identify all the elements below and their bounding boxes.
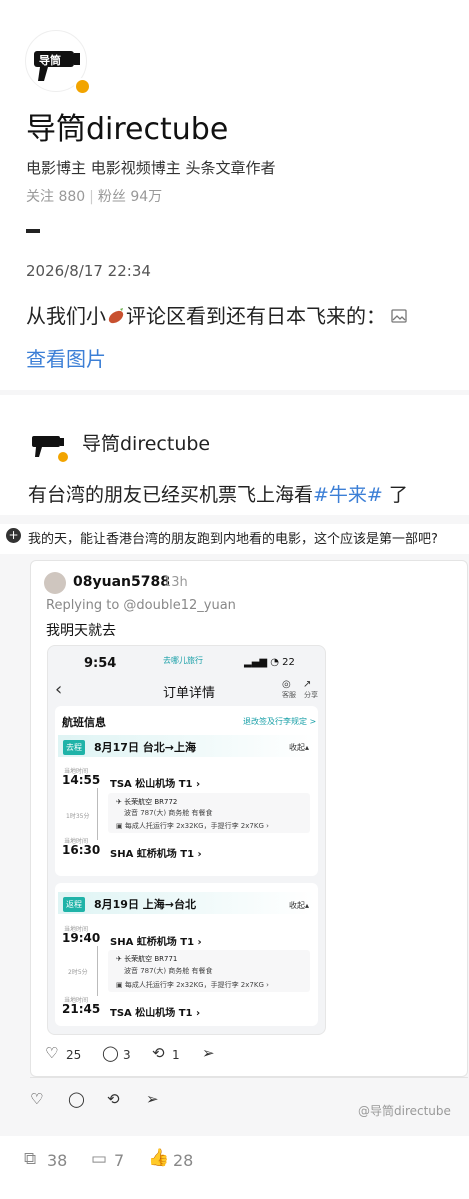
replying-to: Replying to @double12_yuan [46, 598, 236, 613]
airline: ✈ 长荣航空 BR771 [116, 955, 178, 963]
verified-badge-icon [74, 78, 91, 95]
comment-icon[interactable]: ◯ [68, 1090, 85, 1108]
flight-info-heading: 航班信息 [62, 716, 106, 729]
plus-icon[interactable]: + [6, 528, 21, 543]
bottom-action-bar [0, 1136, 469, 1199]
thumbs-up-icon[interactable]: 👍 [148, 1148, 169, 1168]
comment-count: 7 [114, 1151, 125, 1170]
route-line [97, 946, 98, 996]
sweet-potato-icon [108, 308, 124, 324]
service-label: 客服 [282, 691, 296, 699]
return-route: 8月19日 上海→台北 [94, 898, 197, 911]
share-label: 分享 [304, 691, 318, 699]
collapse-toggle[interactable]: 收起▴ [289, 900, 309, 911]
heart-icon[interactable]: ♡ [30, 1090, 43, 1108]
aircraft-info: 波音 787(大) 商务舱 有餐食 [124, 809, 213, 817]
view-pictures-link[interactable]: 查看图片 [26, 343, 106, 372]
reply-reposts: 1 [172, 1048, 180, 1062]
aircraft-info: 波音 787(大) 商务舱 有餐食 [124, 967, 213, 975]
share-icon[interactable]: ⧉ [24, 1149, 36, 1169]
order-detail-title: 订单详情 [163, 686, 216, 701]
reply-username[interactable]: 08yuan5788 [73, 574, 170, 590]
reply-text: 我明天就去 [46, 623, 116, 639]
followers-count[interactable]: 粉丝 94万 [98, 189, 162, 205]
arr-airport[interactable]: SHA 虹桥机场 T1 › [110, 845, 202, 860]
airline: ✈ 长荣航空 BR772 [116, 798, 178, 806]
following-count[interactable]: 关注 880 [26, 189, 85, 205]
profile-stats: 关注 880 | 粉丝 94万 [26, 189, 163, 205]
dep-airport[interactable]: TSA 松山机场 T1 › [110, 775, 200, 790]
share-count: 38 [47, 1151, 68, 1170]
phone-time: 9:54 [84, 656, 117, 671]
dep-time: 19:40 [62, 931, 101, 945]
phone-status-icons: ▂▄▆ ◔ 22 [244, 657, 295, 668]
baggage-info[interactable]: ▣ 每成人托运行李 2x32KG，手提行李 2x7KG › [116, 821, 269, 831]
reply-time: 13h [163, 575, 188, 590]
divider [30, 1077, 468, 1078]
outbound-route: 8月17日 台北→上海 [94, 741, 197, 754]
profile-name: 导筒directube [26, 112, 229, 147]
reply-comments: 3 [123, 1048, 131, 1062]
comment-text: 我的天，能让香港台湾的朋友跑到内地看的电影，这个应该是第一部吧? [28, 532, 438, 547]
policy-link[interactable]: 退改签及行李规定 > [243, 716, 316, 727]
logo-text: 导筒 [39, 54, 61, 67]
verified-badge-icon [56, 450, 70, 464]
share-icon[interactable]: ↗ [303, 679, 311, 690]
duration: 2时5分 [68, 969, 88, 976]
reply-avatar[interactable] [44, 572, 66, 594]
hashtag-link[interactable]: #牛来# [313, 484, 383, 506]
divider-dash [26, 229, 40, 233]
comment-icon[interactable]: ◯ [102, 1044, 119, 1062]
dep-airport[interactable]: SHA 虹桥机场 T1 › [110, 933, 202, 948]
watermark: @导筒directube [358, 1104, 451, 1118]
like-count: 28 [173, 1151, 194, 1170]
route-line [97, 788, 98, 840]
send-icon[interactable]: ➢ [202, 1044, 215, 1062]
outbound-tag: 去程 [63, 740, 85, 755]
app-brand: 去哪儿旅行 [163, 656, 203, 665]
profile-bio: 电影博主 电影视频博主 头条文章作者 [26, 159, 276, 177]
post-date: 2026/8/17 22:34 [26, 262, 151, 280]
heart-icon[interactable]: ♡ [45, 1044, 58, 1062]
return-tag: 返程 [63, 897, 85, 912]
duration: 1时35分 [66, 813, 90, 820]
repost-icon[interactable]: ⟲ [152, 1044, 165, 1062]
headset-icon[interactable]: ◎ [282, 679, 291, 690]
image-icon [391, 309, 407, 323]
comment-icon[interactable]: ▭ [91, 1149, 107, 1169]
arr-airport[interactable]: TSA 松山机场 T1 › [110, 1004, 200, 1019]
post-text: 从我们小 评论区看到还有日本飞来的： [26, 300, 408, 329]
repost-icon[interactable]: ⟲ [107, 1090, 120, 1108]
arr-time: 21:45 [62, 1002, 101, 1016]
embedded-text: 有台湾的朋友已经买机票飞上海看#牛来# 了 [28, 484, 408, 506]
collapse-toggle[interactable]: 收起▴ [289, 742, 309, 753]
arr-time: 16:30 [62, 843, 101, 857]
reply-likes: 25 [66, 1048, 82, 1062]
embedded-name: 导筒directube [82, 433, 211, 455]
back-arrow-icon[interactable]: ‹ [55, 679, 62, 700]
baggage-info[interactable]: ▣ 每成人托运行李 2x32KG，手提行李 2x7KG › [116, 980, 269, 990]
dep-time: 14:55 [62, 773, 101, 787]
send-icon[interactable]: ➢ [146, 1090, 159, 1108]
